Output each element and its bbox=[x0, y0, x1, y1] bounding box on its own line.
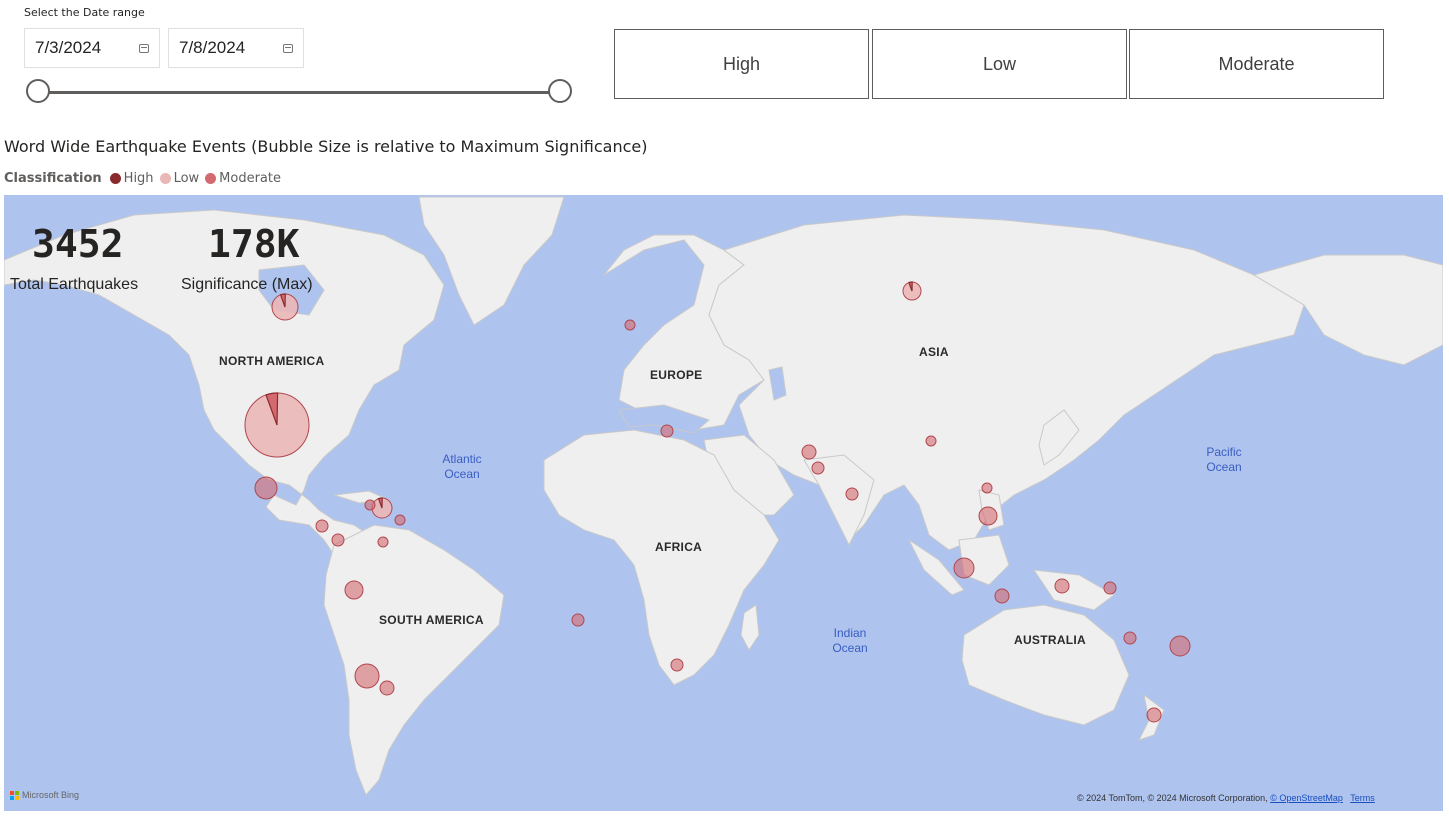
earthquake-bubble[interactable] bbox=[254, 476, 278, 500]
filter-low-button[interactable]: Low bbox=[872, 29, 1127, 99]
terms-link[interactable]: Terms bbox=[1350, 793, 1375, 803]
legend-label-low: Low bbox=[173, 171, 200, 186]
significance-max-value: 178K bbox=[208, 222, 300, 266]
total-earthquakes-value: 3452 bbox=[32, 222, 124, 266]
land-new-guinea bbox=[1032, 569, 1115, 611]
date-range-label: Select the Date range bbox=[24, 6, 145, 19]
map-label-south-america: SOUTH AMERICA bbox=[379, 613, 484, 627]
earthquake-bubble[interactable] bbox=[845, 487, 859, 501]
earthquake-bubble[interactable] bbox=[1146, 707, 1162, 723]
earthquake-bubble[interactable] bbox=[354, 663, 380, 689]
legend-label-high: High bbox=[123, 171, 154, 186]
land-australia bbox=[961, 604, 1130, 726]
legend-item-moderate[interactable]: Moderate bbox=[205, 171, 281, 186]
land-madagascar bbox=[740, 604, 760, 651]
pacific-line-2: Ocean bbox=[1206, 460, 1242, 474]
earthquake-bubble[interactable] bbox=[925, 435, 937, 447]
earthquake-bubble[interactable] bbox=[1054, 578, 1070, 594]
slider-handle-start[interactable] bbox=[26, 79, 50, 103]
total-earthquakes-label: Total Earthquakes bbox=[10, 276, 139, 293]
land-greenland bbox=[418, 196, 565, 326]
earthquake-bubble[interactable] bbox=[379, 680, 395, 696]
indian-line-1: Indian bbox=[833, 626, 867, 640]
earthquake-bubble[interactable] bbox=[315, 519, 329, 533]
legend-label-moderate: Moderate bbox=[219, 171, 281, 186]
pacific-line-1: Pacific bbox=[1206, 445, 1242, 459]
earthquake-bubble[interactable] bbox=[978, 506, 998, 526]
end-date-input[interactable]: 7/8/2024 bbox=[168, 28, 304, 68]
earthquake-bubble[interactable] bbox=[1169, 635, 1191, 657]
earthquake-bubble[interactable] bbox=[571, 613, 585, 627]
earthquake-bubble[interactable] bbox=[801, 444, 817, 460]
legend-dot-moderate bbox=[205, 173, 217, 184]
significance-max-label: Significance (Max) bbox=[181, 276, 313, 293]
atlantic-line-2: Ocean bbox=[444, 467, 480, 481]
earthquake-bubble[interactable] bbox=[1123, 631, 1137, 645]
map-title: Word Wide Earthquake Events (Bubble Size… bbox=[4, 137, 648, 156]
end-date-value: 7/8/2024 bbox=[179, 38, 246, 57]
earthquake-bubble[interactable] bbox=[364, 499, 376, 511]
legend-dot-low bbox=[159, 173, 171, 184]
earthquake-bubble[interactable] bbox=[377, 536, 389, 548]
earthquake-bubble[interactable] bbox=[981, 482, 993, 494]
earthquake-bubble[interactable] bbox=[331, 533, 345, 547]
legend-item-high[interactable]: High bbox=[109, 171, 154, 186]
legend-dot-high bbox=[109, 173, 121, 184]
date-range-slider-track[interactable] bbox=[38, 91, 562, 94]
map-label-asia: ASIA bbox=[919, 345, 949, 359]
start-date-value: 7/3/2024 bbox=[35, 38, 102, 57]
calendar-icon[interactable] bbox=[283, 43, 293, 53]
bing-brand-text: Microsoft Bing bbox=[22, 790, 80, 800]
attribution-text: © 2024 TomTom, © 2024 Microsoft Corporat… bbox=[1077, 793, 1268, 803]
map-label-europe: EUROPE bbox=[650, 368, 703, 382]
openstreetmap-link[interactable]: © OpenStreetMap bbox=[1270, 793, 1343, 803]
filter-moderate-button[interactable]: Moderate bbox=[1129, 29, 1384, 99]
start-date-input[interactable]: 7/3/2024 bbox=[24, 28, 160, 68]
earthquake-bubble[interactable] bbox=[394, 514, 406, 526]
map-label-africa: AFRICA bbox=[655, 540, 703, 554]
map-label-australia: AUSTRALIA bbox=[1014, 633, 1087, 647]
map-label-indian: Indian Ocean bbox=[820, 626, 880, 656]
earthquake-bubble[interactable] bbox=[344, 580, 364, 600]
bing-logo: Microsoft Bing bbox=[10, 790, 79, 800]
earthquake-bubble[interactable] bbox=[1103, 581, 1117, 595]
map-label-atlantic: Atlantic Ocean bbox=[432, 452, 492, 482]
calendar-icon[interactable] bbox=[139, 43, 149, 53]
map-label-north-america: NORTH AMERICA bbox=[219, 354, 325, 368]
legend-title: Classification bbox=[4, 171, 102, 186]
earthquake-bubble[interactable] bbox=[660, 424, 674, 438]
indian-line-2: Ocean bbox=[832, 641, 868, 655]
land-south-america bbox=[323, 524, 505, 796]
land-asia bbox=[708, 214, 1305, 551]
legend: Classification High Low Moderate bbox=[4, 171, 287, 186]
filter-high-button[interactable]: High bbox=[614, 29, 869, 99]
microsoft-logo-icon bbox=[10, 790, 19, 800]
map-label-pacific: Pacific Ocean bbox=[1194, 445, 1254, 475]
earthquake-bubble[interactable] bbox=[953, 557, 975, 579]
slider-handle-end[interactable] bbox=[548, 79, 572, 103]
earthquake-bubble[interactable] bbox=[811, 461, 825, 475]
earthquake-bubble[interactable] bbox=[624, 319, 636, 331]
earthquake-bubble[interactable] bbox=[994, 588, 1010, 604]
atlantic-line-1: Atlantic bbox=[442, 452, 482, 466]
legend-item-low[interactable]: Low bbox=[159, 171, 200, 186]
earthquake-bubble[interactable] bbox=[670, 658, 684, 672]
map-attribution: © 2024 TomTom, © 2024 Microsoft Corporat… bbox=[1077, 793, 1375, 803]
